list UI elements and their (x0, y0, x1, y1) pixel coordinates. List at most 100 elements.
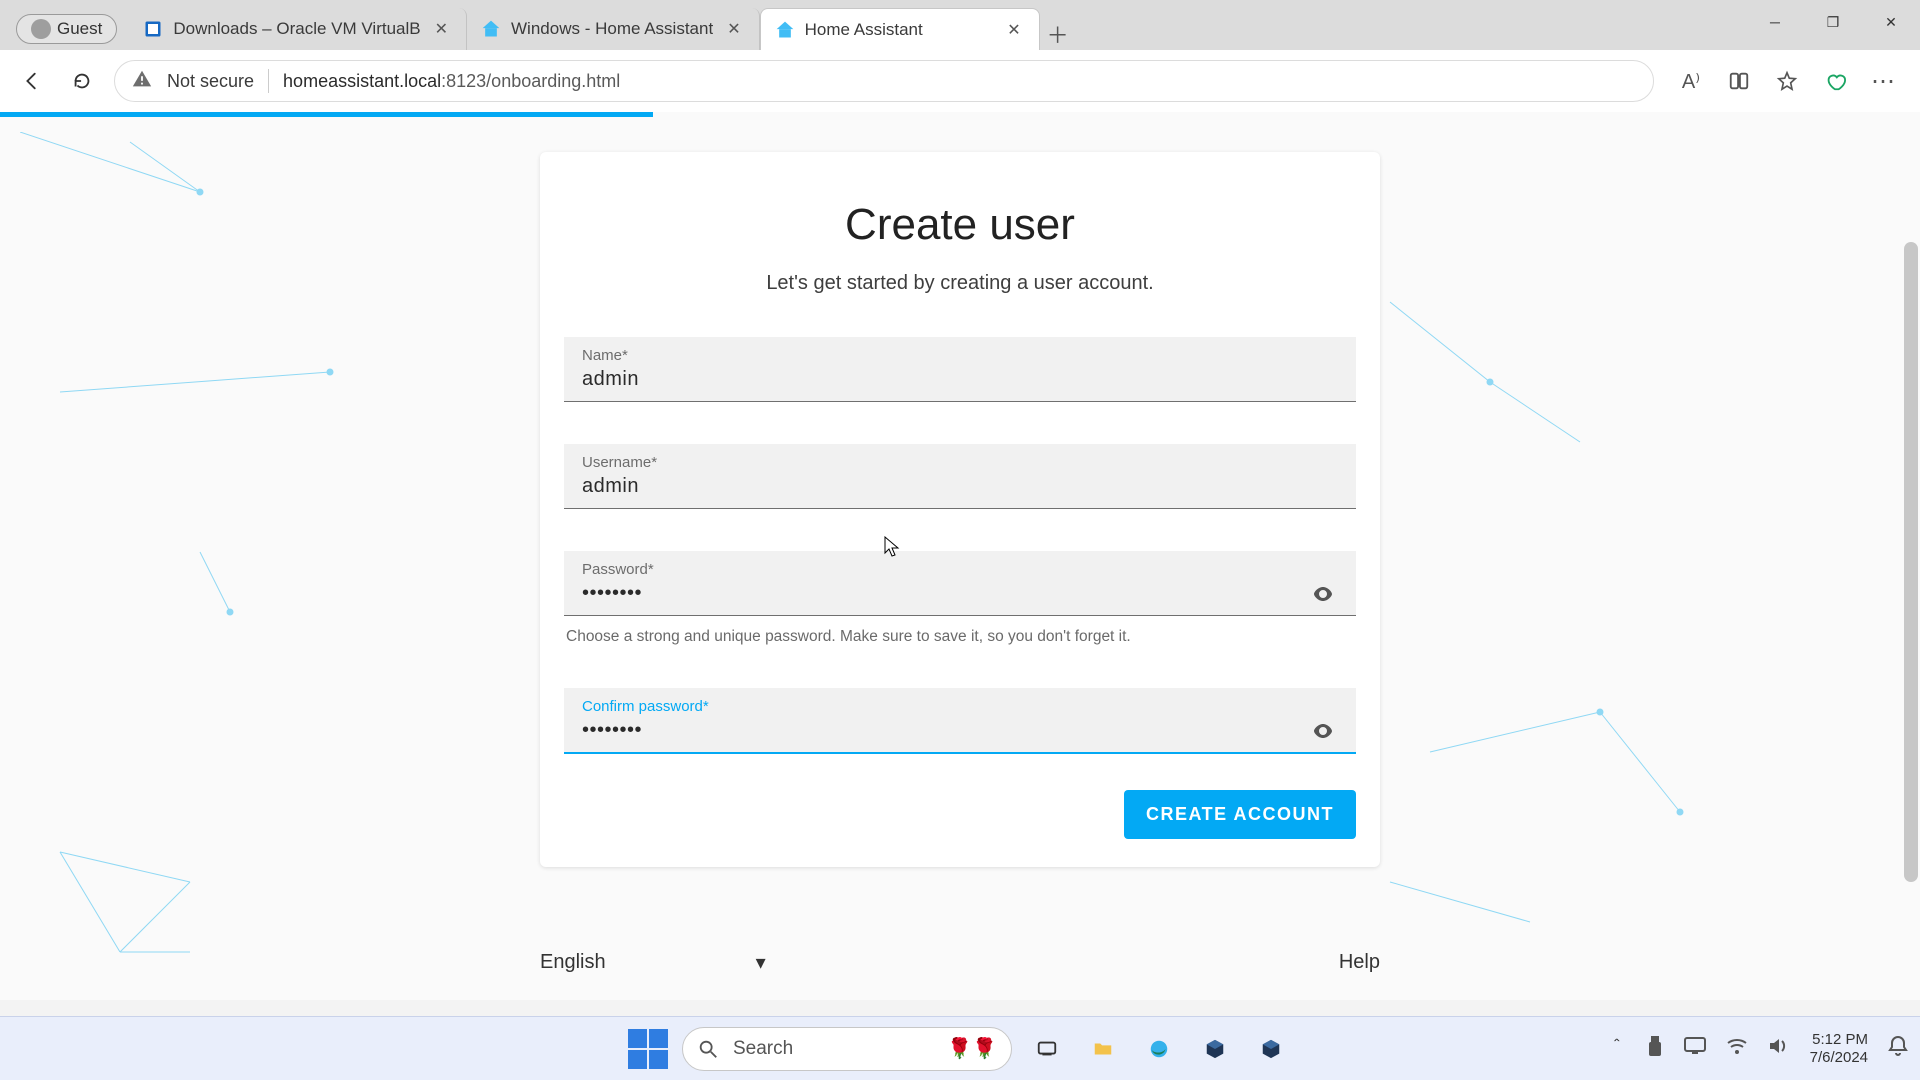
windows-taskbar: Search 🌹🌹 ＾ (0, 1016, 1920, 1080)
edge-icon (1148, 1038, 1170, 1060)
help-link[interactable]: Help (1339, 951, 1380, 974)
clock-date: 7/6/2024 (1810, 1049, 1868, 1066)
search-placeholder: Search (733, 1038, 793, 1060)
start-button[interactable] (628, 1029, 668, 1069)
mouse-cursor-icon (884, 536, 900, 558)
restore-icon: ❐ (1827, 14, 1840, 31)
page-subtitle: Let's get started by creating a user acc… (564, 272, 1356, 295)
url-text: homeassistant.local:8123/onboarding.html (283, 71, 620, 92)
create-account-button[interactable]: CREATE ACCOUNT (1124, 790, 1356, 839)
taskbar-center: Search 🌹🌹 (628, 1027, 1292, 1071)
toggle-confirm-visibility[interactable] (1308, 716, 1338, 746)
language-select[interactable]: English ▾ (540, 950, 766, 975)
username-input[interactable] (582, 471, 1338, 502)
window-close-button[interactable]: ✕ (1862, 0, 1920, 44)
page-title: Create user (564, 200, 1356, 250)
wifi-icon[interactable] (1726, 1037, 1748, 1060)
virtualbox-vm-button[interactable] (1250, 1028, 1292, 1070)
home-assistant-favicon-icon (775, 20, 795, 40)
create-user-card: Create user Let's get started by creatin… (540, 152, 1380, 867)
window-minimize-button[interactable]: ─ (1746, 0, 1804, 44)
tab-close-icon[interactable]: ✕ (723, 17, 744, 41)
name-input[interactable] (582, 364, 1338, 395)
taskbar-right: ＾ 5:12 PM 7/6/2024 (1608, 1031, 1908, 1066)
url-host: homeassistant.local (283, 71, 441, 91)
minimize-icon: ─ (1770, 14, 1780, 30)
file-explorer-button[interactable] (1082, 1028, 1124, 1070)
tab-close-icon[interactable]: ✕ (431, 17, 452, 41)
back-button[interactable] (14, 63, 50, 99)
window-restore-button[interactable]: ❐ (1804, 0, 1862, 44)
security-label: Not secure (167, 71, 254, 92)
tab-windows-home-assistant[interactable]: Windows - Home Assistant ✕ (467, 8, 760, 50)
password-field[interactable]: Password* (564, 551, 1356, 616)
usb-icon[interactable] (1646, 1035, 1664, 1062)
viewport-scrollbar[interactable] (1904, 242, 1918, 882)
page-viewport: Create user Let's get started by creatin… (0, 112, 1920, 1000)
name-label: Name* (582, 347, 1338, 364)
tab-close-icon[interactable]: ✕ (1003, 18, 1024, 42)
tab-title: Downloads – Oracle VM VirtualB (173, 19, 420, 39)
password-label: Password* (582, 561, 1338, 578)
search-highlight-icon: 🌹🌹 (947, 1036, 997, 1061)
eye-icon (1311, 719, 1335, 743)
edge-button[interactable] (1138, 1028, 1180, 1070)
tab-title: Windows - Home Assistant (511, 19, 713, 39)
virtualbox-icon (1260, 1038, 1282, 1060)
username-label: Username* (582, 454, 1338, 471)
tab-downloads-virtualbox[interactable]: Downloads – Oracle VM VirtualB ✕ (129, 8, 467, 50)
split-screen-icon[interactable] (1726, 68, 1752, 94)
profile-guest-badge[interactable]: Guest (16, 14, 117, 44)
file-explorer-icon (1092, 1038, 1114, 1060)
address-bar-actions: A⁾ ⋯ (1668, 68, 1906, 94)
url-box[interactable]: Not secure homeassistant.local:8123/onbo… (114, 60, 1654, 102)
confirm-password-field[interactable]: Confirm password* (564, 688, 1356, 754)
reload-icon (71, 70, 93, 92)
plus-icon: ＋ (1047, 18, 1069, 50)
windows-logo-icon (628, 1029, 647, 1048)
read-aloud-icon[interactable]: A⁾ (1678, 68, 1704, 94)
toggle-password-visibility[interactable] (1308, 579, 1338, 609)
name-field[interactable]: Name* (564, 337, 1356, 402)
separator (268, 69, 269, 93)
address-bar: Not secure homeassistant.local:8123/onbo… (0, 50, 1920, 112)
extensions-icon[interactable] (1822, 68, 1848, 94)
menu-icon[interactable]: ⋯ (1870, 68, 1896, 94)
avatar-icon (31, 19, 51, 39)
home-assistant-favicon-icon (481, 19, 501, 39)
tray-chevron-icon[interactable]: ＾ (1608, 1036, 1626, 1062)
onboarding-progress (0, 112, 653, 117)
password-input[interactable] (582, 578, 1308, 609)
onboarding-footer: English ▾ Help (540, 950, 1380, 975)
tab-title: Home Assistant (805, 20, 994, 40)
url-port-path: :8123/onboarding.html (441, 71, 620, 91)
close-icon: ✕ (1885, 14, 1897, 31)
not-secure-warning-icon (131, 68, 153, 95)
window-controls: ─ ❐ ✕ (1746, 0, 1920, 44)
username-field[interactable]: Username* (564, 444, 1356, 509)
password-helper-text: Choose a strong and unique password. Mak… (564, 628, 1356, 646)
back-icon (21, 70, 43, 92)
virtualbox-button[interactable] (1194, 1028, 1236, 1070)
taskbar-clock[interactable]: 5:12 PM 7/6/2024 (1810, 1031, 1868, 1066)
language-label: English (540, 951, 606, 974)
tab-home-assistant[interactable]: Home Assistant ✕ (760, 8, 1040, 50)
confirm-password-input[interactable] (582, 715, 1308, 746)
taskbar-search[interactable]: Search 🌹🌹 (682, 1027, 1012, 1071)
task-view-button[interactable] (1026, 1028, 1068, 1070)
virtualbox-icon (1204, 1038, 1226, 1060)
clock-time: 5:12 PM (1810, 1031, 1868, 1048)
monitor-icon[interactable] (1684, 1037, 1706, 1060)
task-view-icon (1036, 1038, 1058, 1060)
search-icon (697, 1038, 719, 1060)
eye-icon (1311, 582, 1335, 606)
favorite-icon[interactable] (1774, 68, 1800, 94)
reload-button[interactable] (64, 63, 100, 99)
browser-chrome: Guest Downloads – Oracle VM VirtualB ✕ W… (0, 0, 1920, 112)
notifications-icon[interactable] (1888, 1035, 1908, 1062)
volume-icon[interactable] (1768, 1037, 1790, 1060)
new-tab-button[interactable]: ＋ (1040, 18, 1076, 50)
confirm-password-label: Confirm password* (582, 698, 1338, 715)
guest-label: Guest (57, 19, 102, 39)
chevron-down-icon: ▾ (756, 950, 766, 975)
